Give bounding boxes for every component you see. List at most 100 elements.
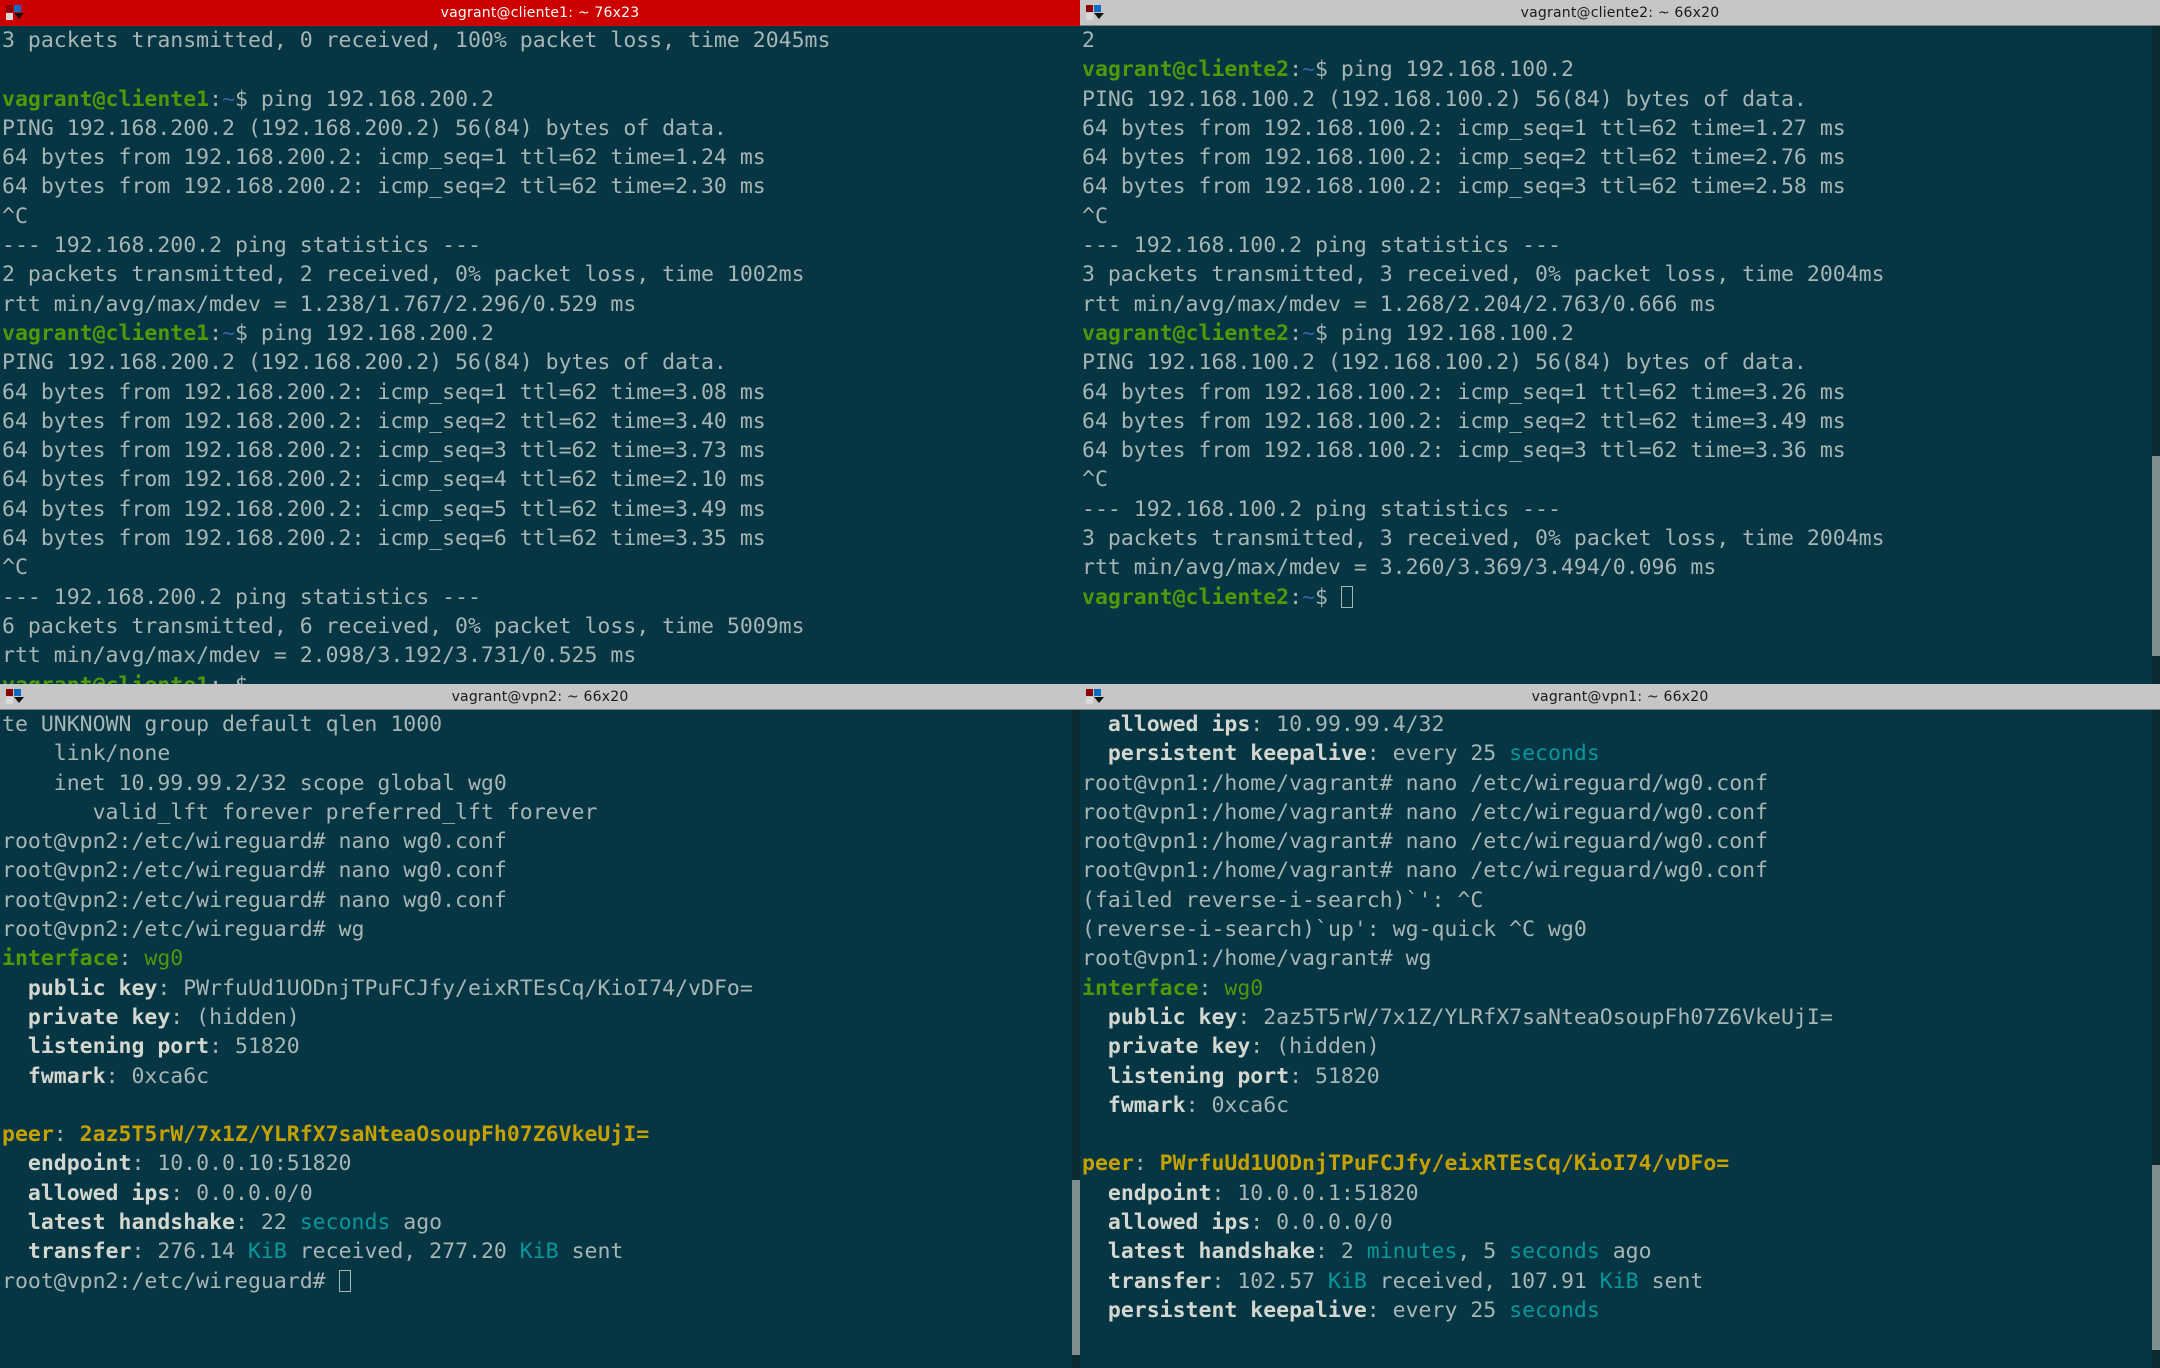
terminal-text: 64 bytes from 192.168.200.2: icmp_seq=2 …	[2, 408, 766, 434]
terminal-text: transfer	[1082, 1268, 1212, 1294]
terminal-text: ^C	[1082, 467, 1108, 493]
terminal-line: rtt min/avg/max/mdev = 1.238/1.767/2.296…	[2, 290, 1080, 319]
terminal-text: : (hidden)	[1250, 1034, 1380, 1060]
terminal-text: 64 bytes from 192.168.100.2: icmp_seq=2 …	[1082, 145, 1846, 171]
titlebar-vpn1[interactable]: vagrant@vpn1: ~ 66x20	[1080, 684, 2160, 710]
terminal-text: $ ping 192.168.200.2	[235, 86, 494, 112]
terminal-text: rtt min/avg/max/mdev = 1.268/2.204/2.763…	[1082, 291, 1717, 317]
terminal-line: interface: wg0	[1082, 974, 2160, 1003]
terminal-text: : 102.57	[1211, 1268, 1328, 1294]
terminal-text: received, 107.91	[1366, 1268, 1600, 1294]
terminal-text: listening port	[2, 1034, 210, 1060]
terminal-line: PING 192.168.200.2 (192.168.200.2) 56(84…	[2, 348, 1080, 377]
terminal-text: : 0xca6c	[1185, 1092, 1290, 1118]
scrollbar-thumb[interactable]	[2152, 1165, 2160, 1350]
terminal-text: private key	[1082, 1034, 1251, 1060]
terminal-line: te UNKNOWN group default qlen 1000	[2, 710, 1080, 739]
terminal-line: 64 bytes from 192.168.100.2: icmp_seq=1 …	[1082, 378, 2160, 407]
terminal-line: allowed ips: 0.0.0.0/0	[1082, 1208, 2160, 1237]
terminal-text: 64 bytes from 192.168.200.2: icmp_seq=2 …	[2, 174, 766, 200]
scrollbar-thumb[interactable]	[1072, 1180, 1080, 1355]
scrollbar-vpn2[interactable]	[1072, 710, 1080, 1368]
terminal-text: ~	[1302, 320, 1316, 346]
terminal-line: 64 bytes from 192.168.100.2: icmp_seq=2 …	[1082, 407, 2160, 436]
terminal-text: KiB	[1599, 1268, 1639, 1294]
terminal-text: :	[53, 1122, 80, 1148]
terminal-line: private key: (hidden)	[2, 1003, 1080, 1032]
terminal-text: :	[1198, 975, 1225, 1001]
terminal-text: 2az5T5rW/7x1Z/YLRfX7saNteaOsoupFh07Z6Vke…	[79, 1122, 650, 1148]
terminal-line: --- 192.168.100.2 ping statistics ---	[1082, 495, 2160, 524]
terminal-text: :	[209, 320, 223, 346]
terminal-text: 64 bytes from 192.168.200.2: icmp_seq=6 …	[2, 526, 766, 552]
terminal-text: 2	[1082, 28, 1095, 53]
terminal-line: (failed reverse-i-search)`': ^C	[1082, 886, 2160, 915]
terminal-body-cliente2[interactable]: 2 vagrant@cliente2:~$ ping 192.168.100.2 P…	[1080, 26, 2160, 684]
terminal-body-vpn1[interactable]: allowed ips: 10.99.99.4/32 persistent ke…	[1080, 710, 2160, 1368]
terminal-text: 64 bytes from 192.168.200.2: icmp_seq=1 …	[2, 145, 766, 171]
titlebar-vpn2[interactable]: vagrant@vpn2: ~ 66x20	[0, 684, 1080, 710]
window-cliente2[interactable]: vagrant@cliente2: ~ 66x20 2 vagrant@clien…	[1080, 0, 2160, 684]
scrollbar-vpn1[interactable]	[2152, 710, 2160, 1368]
terminal-line: vagrant@cliente2:~$ ping 192.168.100.2	[1082, 319, 2160, 348]
terminal-text: endpoint	[1082, 1180, 1212, 1206]
window-title-vpn2: vagrant@vpn2: ~ 66x20	[451, 688, 629, 705]
terminal-line: allowed ips: 0.0.0.0/0	[2, 1179, 1080, 1208]
terminal-text: rtt min/avg/max/mdev = 2.098/3.192/3.731…	[2, 643, 637, 669]
terminal-line: root@vpn1:/home/vagrant# wg	[1082, 944, 2160, 973]
terminal-line: vagrant@cliente2:~$ ping 192.168.100.2	[1082, 55, 2160, 84]
terminal-text: listening port	[1082, 1063, 1290, 1089]
terminal-text: rtt min/avg/max/mdev = 1.238/1.767/2.296…	[2, 291, 637, 317]
terminal-text: root@vpn1:/home/vagrant# wg	[1082, 946, 1432, 972]
terminal-body-cliente1[interactable]: 3 packets transmitted, 0 received, 100% …	[0, 26, 1080, 684]
terminal-line: private key: (hidden)	[1082, 1032, 2160, 1061]
terminal-text: ~	[222, 320, 236, 346]
terminal-text: allowed ips	[1082, 712, 1251, 737]
terminal-text: --- 192.168.200.2 ping statistics ---	[2, 584, 481, 610]
window-cliente1[interactable]: vagrant@cliente1: ~ 76x23 3 packets tran…	[0, 0, 1080, 684]
terminal-text: peer	[2, 1122, 54, 1148]
terminal-line: transfer: 102.57 KiB received, 107.91 Ki…	[1082, 1267, 2160, 1296]
window-vpn1[interactable]: vagrant@vpn1: ~ 66x20 allowed ips: 10.99…	[1080, 684, 2160, 1368]
scrollbar-thumb[interactable]	[2152, 456, 2160, 656]
terminal-text: public key	[2, 975, 158, 1001]
terminal-text: : 10.0.0.10:51820	[131, 1151, 352, 1177]
terminal-text: seconds	[1509, 741, 1600, 767]
terminal-text: root@vpn1:/home/vagrant# nano /etc/wireg…	[1082, 858, 1769, 884]
terminal-text: :	[118, 946, 145, 972]
scrollbar-cliente2[interactable]	[2152, 26, 2160, 684]
terminal-text: 64 bytes from 192.168.100.2: icmp_seq=1 …	[1082, 115, 1846, 141]
terminal-text: PING 192.168.200.2 (192.168.200.2) 56(84…	[2, 115, 727, 141]
terminal-text: : 2az5T5rW/7x1Z/YLRfX7saNteaOsoupFh07Z6V…	[1237, 1004, 1833, 1030]
terminal-text: : 2	[1315, 1239, 1367, 1265]
terminal-text: ~	[1302, 584, 1316, 610]
terminal-text: latest handshake	[2, 1210, 235, 1236]
terminal-text: 2 packets transmitted, 2 received, 0% pa…	[2, 262, 805, 288]
terminal-text: ~	[1302, 57, 1316, 83]
terminal-text: : 10.0.0.1:51820	[1211, 1180, 1419, 1206]
terminal-window-icon	[2, 685, 26, 709]
terminal-text: 64 bytes from 192.168.100.2: icmp_seq=3 …	[1082, 174, 1846, 200]
terminal-text: : 22	[235, 1210, 300, 1236]
titlebar-cliente2[interactable]: vagrant@cliente2: ~ 66x20	[1080, 0, 2160, 26]
window-title-cliente1: vagrant@cliente1: ~ 76x23	[440, 4, 640, 21]
terminal-text: $ ping 192.168.100.2	[1315, 320, 1574, 346]
terminal-grid: vagrant@cliente1: ~ 76x23 3 packets tran…	[0, 0, 2160, 1368]
terminal-line: inet 10.99.99.2/32 scope global wg0	[2, 769, 1080, 798]
terminal-line: latest handshake: 2 minutes, 5 seconds a…	[1082, 1237, 2160, 1266]
titlebar-cliente1[interactable]: vagrant@cliente1: ~ 76x23	[0, 0, 1080, 26]
terminal-text: vagrant@cliente2	[1082, 57, 1290, 83]
terminal-body-vpn2[interactable]: te UNKNOWN group default qlen 1000 link/…	[0, 710, 1080, 1368]
terminal-text: : every 25	[1366, 1297, 1510, 1323]
terminal-line: --- 192.168.100.2 ping statistics ---	[1082, 231, 2160, 260]
window-vpn2[interactable]: vagrant@vpn2: ~ 66x20 te UNKNOWN group d…	[0, 684, 1080, 1368]
terminal-text: root@vpn1:/home/vagrant# nano /etc/wireg…	[1082, 770, 1769, 796]
terminal-line: transfer: 276.14 KiB received, 277.20 Ki…	[2, 1237, 1080, 1266]
terminal-output-cliente1: 3 packets transmitted, 0 received, 100% …	[2, 26, 1080, 684]
terminal-text: rtt min/avg/max/mdev = 3.260/3.369/3.494…	[1082, 555, 1717, 581]
terminal-text: --- 192.168.100.2 ping statistics ---	[1082, 496, 1561, 522]
terminal-output-vpn1: allowed ips: 10.99.99.4/32 persistent ke…	[1082, 710, 2160, 1325]
terminal-text: root@vpn1:/home/vagrant# nano /etc/wireg…	[1082, 829, 1769, 855]
